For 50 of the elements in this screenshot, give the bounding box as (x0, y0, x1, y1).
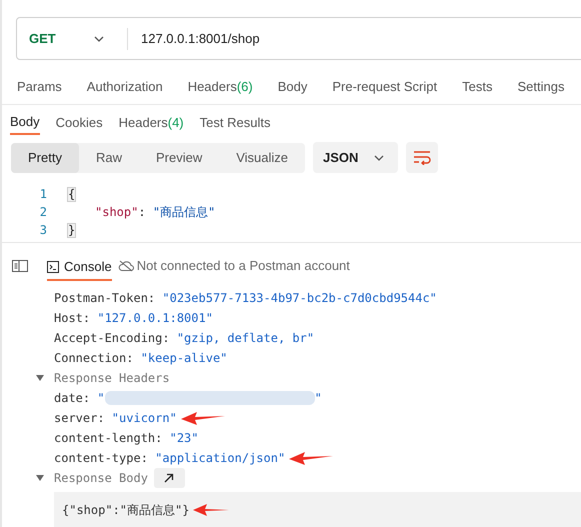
response-tab[interactable]: Headers(4) (118, 113, 184, 135)
header-entry: server: "uvicorn" (54, 411, 177, 425)
header-entry: content-type: "application/json" (54, 451, 286, 465)
url-text[interactable]: 127.0.0.1:8001/shop (128, 31, 581, 46)
view-mode-button[interactable]: Visualize (219, 142, 306, 172)
line-number: 2 (38, 205, 48, 219)
arrow-up-right-icon (164, 473, 174, 483)
line-number: 3 (38, 223, 48, 237)
code-line: "shop": "商品信息" (94, 204, 216, 220)
section-title: Response Body (54, 471, 148, 485)
section-title: Response Headers (54, 371, 170, 385)
request-tab[interactable]: Pre-request Script (332, 74, 438, 98)
view-mode-button[interactable]: Pretty (11, 142, 79, 172)
view-mode-button[interactable]: Preview (138, 142, 220, 172)
code-brace: } (67, 222, 76, 238)
cloud-off-icon (118, 260, 134, 272)
open-external-button[interactable] (154, 468, 185, 488)
header-entry: Host: "127.0.0.1:8001" (54, 311, 213, 325)
header-entry: Postman-Token: "023eb577-7133-4b97-bc2b-c7d0cbd9544c" (54, 291, 437, 305)
request-tab[interactable]: Authorization (86, 74, 163, 98)
response-tab[interactable]: Body (10, 113, 40, 135)
terminal-icon (47, 260, 59, 272)
sidebar-toggle-icon[interactable] (12, 260, 28, 272)
quote-mark: " (97, 391, 105, 405)
header-entry: Accept-Encoding: "gzip, deflate, br" (54, 331, 314, 345)
collapse-triangle-icon[interactable] (36, 474, 44, 482)
response-body-text: {"shop":"商品信息"} (62, 502, 190, 518)
header-key: date: (54, 391, 98, 405)
wrap-lines-button[interactable] (406, 142, 438, 173)
code-brace: { (67, 186, 76, 202)
header-entry: content-length: "23" (54, 431, 198, 445)
quote-mark: " (314, 391, 322, 405)
collapse-triangle-icon[interactable] (36, 374, 44, 382)
request-tab[interactable]: Settings (517, 74, 564, 98)
method-dropdown[interactable]: GET (17, 31, 127, 46)
request-tab[interactable]: Tests (462, 74, 492, 98)
wrap-lines-icon (413, 150, 432, 164)
header-entry: Connection: "keep-alive" (54, 351, 228, 365)
chevron-down-icon (94, 36, 104, 42)
format-dropdown[interactable]: JSON (313, 142, 398, 173)
chevron-down-icon (374, 154, 384, 160)
console-tab[interactable]: Console (47, 254, 112, 280)
response-tab[interactable]: Cookies (56, 113, 103, 135)
request-tab[interactable]: Headers(6) (188, 74, 253, 98)
response-tab[interactable]: Test Results (200, 113, 270, 135)
line-number: 1 (38, 187, 48, 201)
request-tab[interactable]: Body (278, 74, 308, 98)
view-mode-button[interactable]: Raw (78, 142, 139, 172)
request-tab[interactable]: Params (17, 74, 62, 98)
connection-status: Not connected to a Postman account (136, 258, 350, 273)
